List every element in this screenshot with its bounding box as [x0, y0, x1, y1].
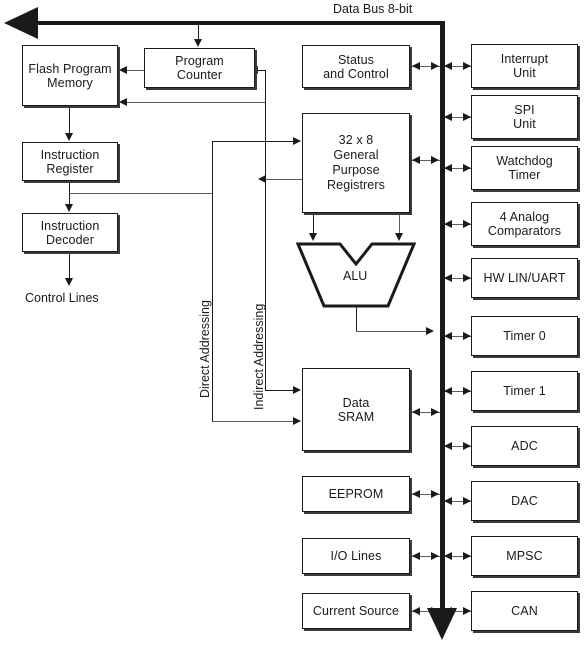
arrow-alu-result-to-bus — [426, 326, 434, 335]
data-bus-label: Data Bus 8-bit — [333, 2, 413, 16]
arrow-current-source-from-bus — [412, 606, 420, 615]
arrow-bus-to-spi-unit — [463, 112, 471, 121]
block-analog-comparators[interactable]: 4 Analog Comparators — [471, 202, 578, 246]
connector-feedback-into-pc — [258, 70, 266, 72]
arrow-registers-from-bus — [412, 155, 420, 164]
block-flash-program-memory[interactable]: Flash Program Memory — [22, 45, 118, 106]
block-interrupt-unit[interactable]: Interrupt Unit — [471, 44, 578, 88]
avr-block-diagram: Data Bus 8-bit Flash Program Memory Inst… — [0, 0, 585, 651]
block-spi-unit[interactable]: SPI Unit — [471, 95, 578, 139]
arrow-indirect-addressing-sram — [293, 385, 301, 394]
arrow-sram-from-bus — [412, 407, 420, 416]
arrow-eeprom-to-bus — [431, 489, 439, 498]
arrow-bus-to-interrupt-unit — [463, 61, 471, 70]
arrow-direct-addressing-sram — [293, 416, 301, 425]
arrow-bus-to-timer-0 — [463, 331, 471, 340]
block-timer-1[interactable]: Timer 1 — [471, 371, 578, 411]
arrow-io-to-bus — [431, 551, 439, 560]
connector-feedback-down-to-pc — [265, 70, 267, 103]
data-bus-left-arrowhead — [4, 7, 38, 39]
arrow-direct-addressing-to-registers — [293, 136, 301, 145]
connector-feedback-to-flash — [126, 102, 266, 104]
block-current-source[interactable]: Current Source — [302, 593, 410, 629]
block-watchdog-timer[interactable]: Watchdog Timer — [471, 146, 578, 190]
arrow-feedback-to-flash — [119, 97, 127, 106]
block-adc[interactable]: ADC — [471, 426, 578, 466]
connector-direct-addressing-trunk — [212, 141, 214, 421]
connector-id-to-control-lines — [69, 252, 71, 280]
connector-direct-addressing-to-sram — [212, 421, 297, 423]
connector-bus-to-pc — [198, 23, 200, 40]
arrow-bus-to-dac — [463, 496, 471, 505]
arrow-bus-from-analog-comparators — [444, 219, 452, 228]
arrow-current-source-to-bus — [431, 606, 439, 615]
arrow-status-from-bus — [412, 61, 420, 70]
arrow-bus-from-timer-1 — [444, 386, 452, 395]
connector-direct-addressing-top — [212, 141, 266, 143]
block-instruction-decoder[interactable]: Instruction Decoder — [22, 213, 118, 252]
arrow-bus-to-pc — [194, 39, 202, 47]
block-instruction-register[interactable]: Instruction Register — [22, 142, 118, 181]
block-status-and-control[interactable]: Status and Control — [302, 45, 410, 88]
block-io-lines[interactable]: I/O Lines — [302, 538, 410, 574]
connector-flash-to-ir — [69, 106, 71, 134]
arrow-bus-to-timer-1 — [463, 386, 471, 395]
arrow-flash-to-ir — [65, 133, 73, 141]
block-alu-label: ALU — [343, 269, 368, 283]
arrow-bus-from-can — [444, 606, 452, 615]
arrow-bus-from-adc — [444, 441, 452, 450]
arrow-id-to-control-lines — [65, 278, 73, 286]
control-lines-label: Control Lines — [25, 291, 99, 305]
block-mpsc[interactable]: MPSC — [471, 536, 578, 576]
arrow-bus-to-mpsc — [463, 551, 471, 560]
arrow-bus-from-watchdog-timer — [444, 163, 452, 172]
block-can[interactable]: CAN — [471, 591, 578, 631]
connector-ir-direct-addressing — [69, 193, 213, 195]
arrow-eeprom-from-bus — [412, 489, 420, 498]
arrow-registers-to-bus — [431, 155, 439, 164]
arrow-bus-from-interrupt-unit — [444, 61, 452, 70]
label-indirect-addressing: Indirect Addressing — [252, 303, 266, 410]
arrow-ir-to-id — [65, 204, 73, 212]
arrow-pc-to-flash — [119, 65, 127, 74]
connector-pc-to-flash — [126, 70, 146, 72]
arrow-bus-from-dac — [444, 496, 452, 505]
label-direct-addressing: Direct Addressing — [198, 300, 212, 398]
block-general-purpose-registers[interactable]: 32 x 8 General Purpose Registrers — [302, 113, 410, 213]
arrow-bus-from-hw-lin-uart — [444, 273, 452, 282]
block-eeprom[interactable]: EEPROM — [302, 476, 410, 512]
block-program-counter[interactable]: Program Counter — [144, 48, 255, 88]
arrow-registers-out-left — [258, 174, 266, 183]
arrow-bus-from-timer-0 — [444, 331, 452, 340]
block-data-sram[interactable]: Data SRAM — [302, 368, 410, 451]
arrow-bus-to-hw-lin-uart — [463, 273, 471, 282]
connector-registers-to-alu-left — [313, 213, 315, 235]
connector-registers-to-alu-right — [399, 213, 401, 235]
arrow-status-to-bus — [431, 61, 439, 70]
block-dac[interactable]: DAC — [471, 481, 578, 521]
arrow-bus-to-can — [463, 606, 471, 615]
arrow-sram-to-bus — [431, 407, 439, 416]
data-bus-vertical — [440, 21, 445, 613]
arrow-io-from-bus — [412, 551, 420, 560]
arrow-bus-to-watchdog-timer — [463, 163, 471, 172]
arrow-bus-from-mpsc — [444, 551, 452, 560]
connector-alu-result-to-bus — [356, 331, 428, 333]
arrow-bus-to-adc — [463, 441, 471, 450]
data-bus-horizontal — [38, 21, 444, 25]
connector-registers-out-left — [265, 179, 302, 181]
arrow-bus-to-analog-comparators — [463, 219, 471, 228]
block-hw-lin-uart[interactable]: HW LIN/UART — [471, 258, 578, 298]
arrow-bus-from-spi-unit — [444, 112, 452, 121]
block-timer-0[interactable]: Timer 0 — [471, 316, 578, 356]
